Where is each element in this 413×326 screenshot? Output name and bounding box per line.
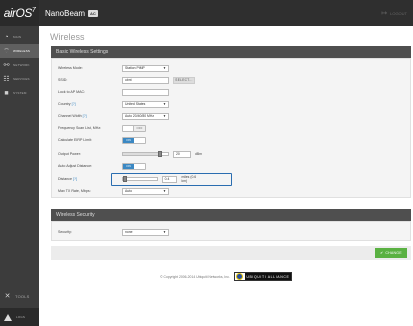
wireless-mode-select[interactable]: Station PtMP ▼ (122, 64, 169, 72)
system-icon: ■ (4, 89, 9, 97)
wrench-icon: ✕ (4, 293, 11, 300)
tools-menu[interactable]: ✕ TOOLS (0, 289, 39, 303)
section-basic-wireless: Basic Wireless Settings (51, 46, 411, 58)
distance-help-link[interactable]: [?] (73, 177, 77, 181)
emblem-icon (235, 273, 243, 280)
channel-width-select[interactable]: Auto 20/40/80 MHz ▼ (122, 112, 169, 120)
sidebar: airOS7 ◔ MAIN ⌔ WIRELESS ⚯ NETWORK ☷ SER… (0, 0, 39, 326)
wireless-security-panel: Security: none ▼ (51, 221, 411, 241)
sidebar-item-network[interactable]: ⚯ NETWORK (0, 58, 39, 72)
caret-down-icon: ▼ (163, 66, 166, 70)
sidebar-item-system[interactable]: ■ SYSTEM (0, 86, 39, 100)
services-icon: ☷ (3, 76, 10, 83)
output-power-slider[interactable] (122, 151, 169, 157)
wireless-icon: ⌔ (3, 47, 10, 55)
alliance-logo: UBIQUITI ALLIANCE (233, 272, 292, 281)
caret-down-icon: ▼ (163, 114, 166, 118)
caret-down-icon: ▼ (163, 230, 166, 234)
copyright-text: © Copyright 2006-2014 Ubiquiti Networks,… (160, 274, 230, 279)
output-power-input[interactable]: 20 (173, 150, 191, 158)
change-button[interactable]: ✔ CHANGE (375, 248, 407, 258)
logout-icon: ↦ (381, 10, 388, 17)
warning-icon (4, 313, 12, 321)
caret-down-icon: ▼ (163, 102, 166, 106)
output-power-highlight (111, 173, 232, 186)
output-power-slider-handle[interactable] (158, 151, 162, 157)
top-header: NanoBeam AC ↦ LOGOUT (39, 0, 413, 26)
lock-ap-mac-input[interactable] (122, 88, 169, 96)
security-select[interactable]: none ▼ (122, 228, 169, 236)
sidebar-item-services[interactable]: ☷ SERVICES (0, 72, 39, 86)
device-name: NanoBeam (45, 8, 86, 18)
airos-logo: airOS7 (0, 0, 39, 26)
calculate-eirp-toggle[interactable]: ON (122, 136, 146, 144)
checkmark-icon: ✔ (380, 251, 384, 255)
sidebar-item-wireless[interactable]: ⌔ WIRELESS (0, 44, 39, 58)
ssid-select-button[interactable]: SELECT... (173, 76, 195, 84)
channel-width-help-link[interactable]: [?] (83, 114, 87, 118)
caret-down-icon: ▼ (163, 189, 166, 193)
ssid-input[interactable]: ubnt (122, 76, 169, 84)
country-select[interactable]: United States ▼ (122, 100, 169, 108)
country-help-link[interactable]: [?] (72, 102, 76, 106)
alert-area[interactable]: LOGS (0, 308, 39, 326)
action-bar: ✔ CHANGE (51, 246, 411, 260)
frequency-scan-toggle[interactable]: OFF (122, 124, 146, 132)
device-badge: AC (88, 9, 98, 17)
network-icon: ⚯ (3, 62, 10, 69)
footer: © Copyright 2006-2014 Ubiquiti Networks,… (39, 272, 413, 281)
dashboard-icon: ◔ (4, 33, 9, 41)
main-content: Wireless Basic Wireless Settings Wireles… (39, 26, 413, 326)
sidebar-item-main[interactable]: ◔ MAIN (0, 30, 39, 44)
page-title: Wireless (50, 32, 85, 42)
max-tx-rate-select[interactable]: Auto ▼ (122, 187, 169, 195)
logout-button[interactable]: ↦ LOGOUT (381, 9, 407, 17)
section-wireless-security: Wireless Security (51, 209, 411, 221)
auto-adjust-distance-toggle[interactable]: ON (122, 162, 146, 170)
